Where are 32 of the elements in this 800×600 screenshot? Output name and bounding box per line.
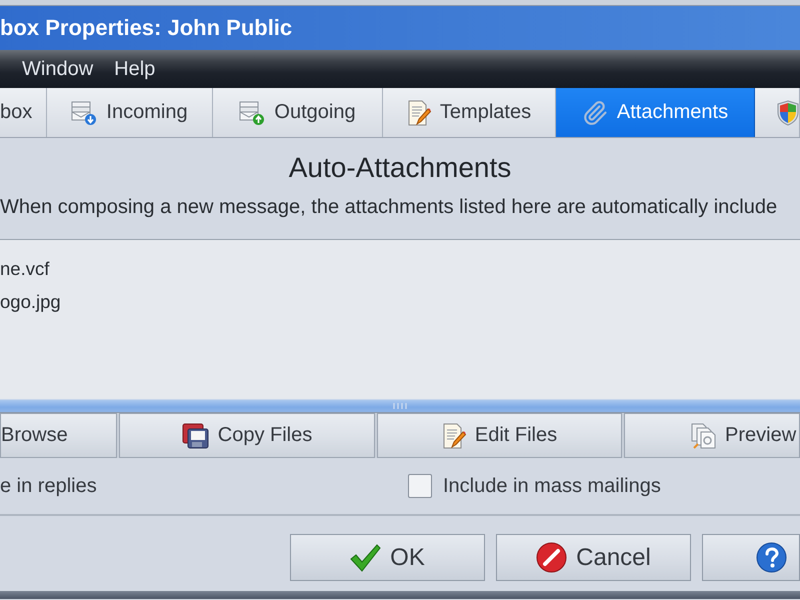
file-button[interactable]: Copy Files: [119, 413, 375, 458]
panel-description: When composing a new message, the attachments listed here are automatically include: [0, 196, 778, 219]
help-icon: [756, 542, 787, 573]
document-pencil-icon: [442, 422, 466, 448]
panel-heading: Auto-Attachments: [288, 152, 512, 184]
file-button[interactable]: Edit Files: [377, 413, 622, 458]
checkbox-label: Include in mass mailings: [443, 474, 661, 498]
checkbox[interactable]: [408, 474, 432, 498]
paperclip-icon: [582, 100, 608, 126]
document-pencil-icon: [406, 100, 431, 126]
documents-icon: [691, 422, 716, 448]
ok-button[interactable]: OK: [290, 534, 485, 581]
cancel-icon: [536, 542, 568, 573]
menu-item[interactable]: Window: [22, 58, 94, 80]
cancel-button[interactable]: Cancel: [496, 534, 691, 581]
attachment-list[interactable]: ne.vcf ogo.jpg: [0, 240, 800, 395]
grip-icon: [393, 403, 407, 409]
shield-icon: [777, 100, 799, 126]
checkmark-icon: [350, 544, 382, 572]
file-button[interactable]: Browse: [0, 413, 117, 458]
floppy-disk-icon: [182, 422, 209, 448]
help-button[interactable]: [702, 534, 800, 581]
window-title: box Properties: John Public: [0, 15, 292, 41]
checkbox-label: e in replies: [0, 474, 97, 498]
menu-item[interactable]: Help: [114, 58, 156, 80]
list-item[interactable]: ne.vcf: [0, 252, 50, 285]
file-button[interactable]: Preview: [624, 413, 800, 458]
tab[interactable]: Attachments: [556, 88, 755, 137]
tab[interactable]: box: [0, 88, 47, 137]
envelope-stack-icon: [239, 100, 266, 126]
envelope-stack-icon: [71, 100, 98, 126]
list-item[interactable]: ogo.jpg: [0, 285, 61, 318]
